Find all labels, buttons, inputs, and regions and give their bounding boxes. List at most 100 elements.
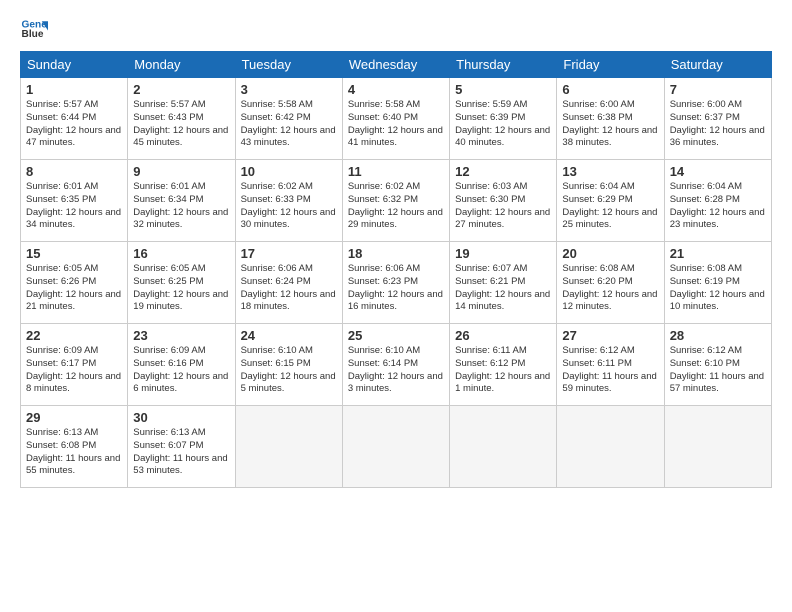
day-number: 17 xyxy=(241,246,337,261)
day-info: Sunrise: 6:10 AMSunset: 6:14 PMDaylight:… xyxy=(348,345,444,396)
day-number: 12 xyxy=(455,164,551,179)
day-number: 11 xyxy=(348,164,444,179)
day-number: 29 xyxy=(26,410,122,425)
day-info: Sunrise: 5:57 AMSunset: 6:44 PMDaylight:… xyxy=(26,99,122,150)
day-info: Sunrise: 5:57 AMSunset: 6:43 PMDaylight:… xyxy=(133,99,229,150)
day-number: 30 xyxy=(133,410,229,425)
day-info: Sunrise: 6:02 AMSunset: 6:32 PMDaylight:… xyxy=(348,181,444,232)
day-number: 25 xyxy=(348,328,444,343)
day-number: 13 xyxy=(562,164,658,179)
calendar-week-5: 29Sunrise: 6:13 AMSunset: 6:08 PMDayligh… xyxy=(21,406,772,488)
day-number: 27 xyxy=(562,328,658,343)
day-info: Sunrise: 6:00 AMSunset: 6:37 PMDaylight:… xyxy=(670,99,766,150)
logo: General Blue xyxy=(20,15,48,43)
calendar-table: SundayMondayTuesdayWednesdayThursdayFrid… xyxy=(20,51,772,488)
day-info: Sunrise: 6:06 AMSunset: 6:24 PMDaylight:… xyxy=(241,263,337,314)
calendar-cell xyxy=(342,406,449,488)
calendar-cell: 21 Sunrise: 6:08 AMSunset: 6:19 PMDayligh… xyxy=(664,242,771,324)
calendar-cell: 7 Sunrise: 6:00 AMSunset: 6:37 PMDaylight… xyxy=(664,78,771,160)
calendar-week-1: 1Sunrise: 5:57 AMSunset: 6:44 PMDaylight… xyxy=(21,78,772,160)
day-info: Sunrise: 6:12 AMSunset: 6:11 PMDaylight:… xyxy=(562,345,658,396)
day-info: Sunrise: 6:10 AMSunset: 6:15 PMDaylight:… xyxy=(241,345,337,396)
day-header-saturday: Saturday xyxy=(664,52,771,78)
calendar-cell: 3 Sunrise: 5:58 AMSunset: 6:42 PMDaylight… xyxy=(235,78,342,160)
day-number: 18 xyxy=(348,246,444,261)
day-number: 8 xyxy=(26,164,122,179)
day-header-thursday: Thursday xyxy=(450,52,557,78)
day-info: Sunrise: 6:13 AMSunset: 6:07 PMDaylight:… xyxy=(133,427,229,478)
day-number: 28 xyxy=(670,328,766,343)
calendar-cell: 9Sunrise: 6:01 AMSunset: 6:34 PMDaylight… xyxy=(128,160,235,242)
calendar-cell: 19 Sunrise: 6:07 AMSunset: 6:21 PMDayligh… xyxy=(450,242,557,324)
day-number: 26 xyxy=(455,328,551,343)
calendar-cell: 1Sunrise: 5:57 AMSunset: 6:44 PMDaylight… xyxy=(21,78,128,160)
day-info: Sunrise: 6:08 AMSunset: 6:19 PMDaylight:… xyxy=(670,263,766,314)
day-header-friday: Friday xyxy=(557,52,664,78)
calendar-cell xyxy=(557,406,664,488)
day-info: Sunrise: 5:58 AMSunset: 6:42 PMDaylight:… xyxy=(241,99,337,150)
day-info: Sunrise: 6:07 AMSunset: 6:21 PMDaylight:… xyxy=(455,263,551,314)
day-number: 5 xyxy=(455,82,551,97)
svg-text:Blue: Blue xyxy=(22,29,44,40)
day-number: 3 xyxy=(241,82,337,97)
day-number: 23 xyxy=(133,328,229,343)
day-number: 16 xyxy=(133,246,229,261)
calendar-cell: 28 Sunrise: 6:12 AMSunset: 6:10 PMDayligh… xyxy=(664,324,771,406)
calendar-cell: 14 Sunrise: 6:04 AMSunset: 6:28 PMDayligh… xyxy=(664,160,771,242)
day-info: Sunrise: 6:01 AMSunset: 6:34 PMDaylight:… xyxy=(133,181,229,232)
calendar-cell: 18Sunrise: 6:06 AMSunset: 6:23 PMDayligh… xyxy=(342,242,449,324)
calendar-cell: 22Sunrise: 6:09 AMSunset: 6:17 PMDayligh… xyxy=(21,324,128,406)
day-header-sunday: Sunday xyxy=(21,52,128,78)
day-info: Sunrise: 6:04 AMSunset: 6:29 PMDaylight:… xyxy=(562,181,658,232)
logo-icon: General Blue xyxy=(20,15,48,43)
day-number: 21 xyxy=(670,246,766,261)
calendar-cell: 27 Sunrise: 6:12 AMSunset: 6:11 PMDayligh… xyxy=(557,324,664,406)
day-info: Sunrise: 6:04 AMSunset: 6:28 PMDaylight:… xyxy=(670,181,766,232)
day-header-tuesday: Tuesday xyxy=(235,52,342,78)
main-container: General Blue SundayMondayTuesdayWednesda… xyxy=(0,0,792,498)
header: General Blue xyxy=(20,15,772,43)
calendar-cell: 15 Sunrise: 6:05 AMSunset: 6:26 PMDayligh… xyxy=(21,242,128,324)
day-header-monday: Monday xyxy=(128,52,235,78)
calendar-cell: 30 Sunrise: 6:13 AMSunset: 6:07 PMDayligh… xyxy=(128,406,235,488)
calendar-cell: 16 Sunrise: 6:05 AMSunset: 6:25 PMDayligh… xyxy=(128,242,235,324)
calendar-cell xyxy=(235,406,342,488)
calendar-cell: 6 Sunrise: 6:00 AMSunset: 6:38 PMDaylight… xyxy=(557,78,664,160)
calendar-cell: 8 Sunrise: 6:01 AMSunset: 6:35 PMDaylight… xyxy=(21,160,128,242)
calendar-cell: 11 Sunrise: 6:02 AMSunset: 6:32 PMDayligh… xyxy=(342,160,449,242)
day-number: 4 xyxy=(348,82,444,97)
calendar-cell: 5 Sunrise: 5:59 AMSunset: 6:39 PMDaylight… xyxy=(450,78,557,160)
day-info: Sunrise: 6:02 AMSunset: 6:33 PMDaylight:… xyxy=(241,181,337,232)
day-number: 15 xyxy=(26,246,122,261)
calendar-cell: 2Sunrise: 5:57 AMSunset: 6:43 PMDaylight… xyxy=(128,78,235,160)
day-info: Sunrise: 6:03 AMSunset: 6:30 PMDaylight:… xyxy=(455,181,551,232)
calendar-cell xyxy=(450,406,557,488)
day-info: Sunrise: 6:11 AMSunset: 6:12 PMDaylight:… xyxy=(455,345,551,396)
day-info: Sunrise: 6:09 AMSunset: 6:17 PMDaylight:… xyxy=(26,345,122,396)
day-info: Sunrise: 6:08 AMSunset: 6:20 PMDaylight:… xyxy=(562,263,658,314)
calendar-cell xyxy=(664,406,771,488)
calendar-cell: 29Sunrise: 6:13 AMSunset: 6:08 PMDayligh… xyxy=(21,406,128,488)
day-info: Sunrise: 6:05 AMSunset: 6:26 PMDaylight:… xyxy=(26,263,122,314)
day-info: Sunrise: 5:59 AMSunset: 6:39 PMDaylight:… xyxy=(455,99,551,150)
day-header-wednesday: Wednesday xyxy=(342,52,449,78)
day-number: 6 xyxy=(562,82,658,97)
calendar-cell: 20 Sunrise: 6:08 AMSunset: 6:20 PMDayligh… xyxy=(557,242,664,324)
day-number: 20 xyxy=(562,246,658,261)
day-number: 24 xyxy=(241,328,337,343)
day-info: Sunrise: 6:01 AMSunset: 6:35 PMDaylight:… xyxy=(26,181,122,232)
calendar-week-3: 15 Sunrise: 6:05 AMSunset: 6:26 PMDayligh… xyxy=(21,242,772,324)
calendar-cell: 25 Sunrise: 6:10 AMSunset: 6:14 PMDayligh… xyxy=(342,324,449,406)
day-info: Sunrise: 6:05 AMSunset: 6:25 PMDaylight:… xyxy=(133,263,229,314)
day-number: 10 xyxy=(241,164,337,179)
day-info: Sunrise: 6:09 AMSunset: 6:16 PMDaylight:… xyxy=(133,345,229,396)
day-info: Sunrise: 6:12 AMSunset: 6:10 PMDaylight:… xyxy=(670,345,766,396)
calendar-cell: 17 Sunrise: 6:06 AMSunset: 6:24 PMDayligh… xyxy=(235,242,342,324)
day-info: Sunrise: 6:00 AMSunset: 6:38 PMDaylight:… xyxy=(562,99,658,150)
calendar-week-4: 22Sunrise: 6:09 AMSunset: 6:17 PMDayligh… xyxy=(21,324,772,406)
calendar-cell: 4Sunrise: 5:58 AMSunset: 6:40 PMDaylight… xyxy=(342,78,449,160)
day-number: 14 xyxy=(670,164,766,179)
calendar-cell: 13 Sunrise: 6:04 AMSunset: 6:29 PMDayligh… xyxy=(557,160,664,242)
day-number: 7 xyxy=(670,82,766,97)
day-number: 19 xyxy=(455,246,551,261)
